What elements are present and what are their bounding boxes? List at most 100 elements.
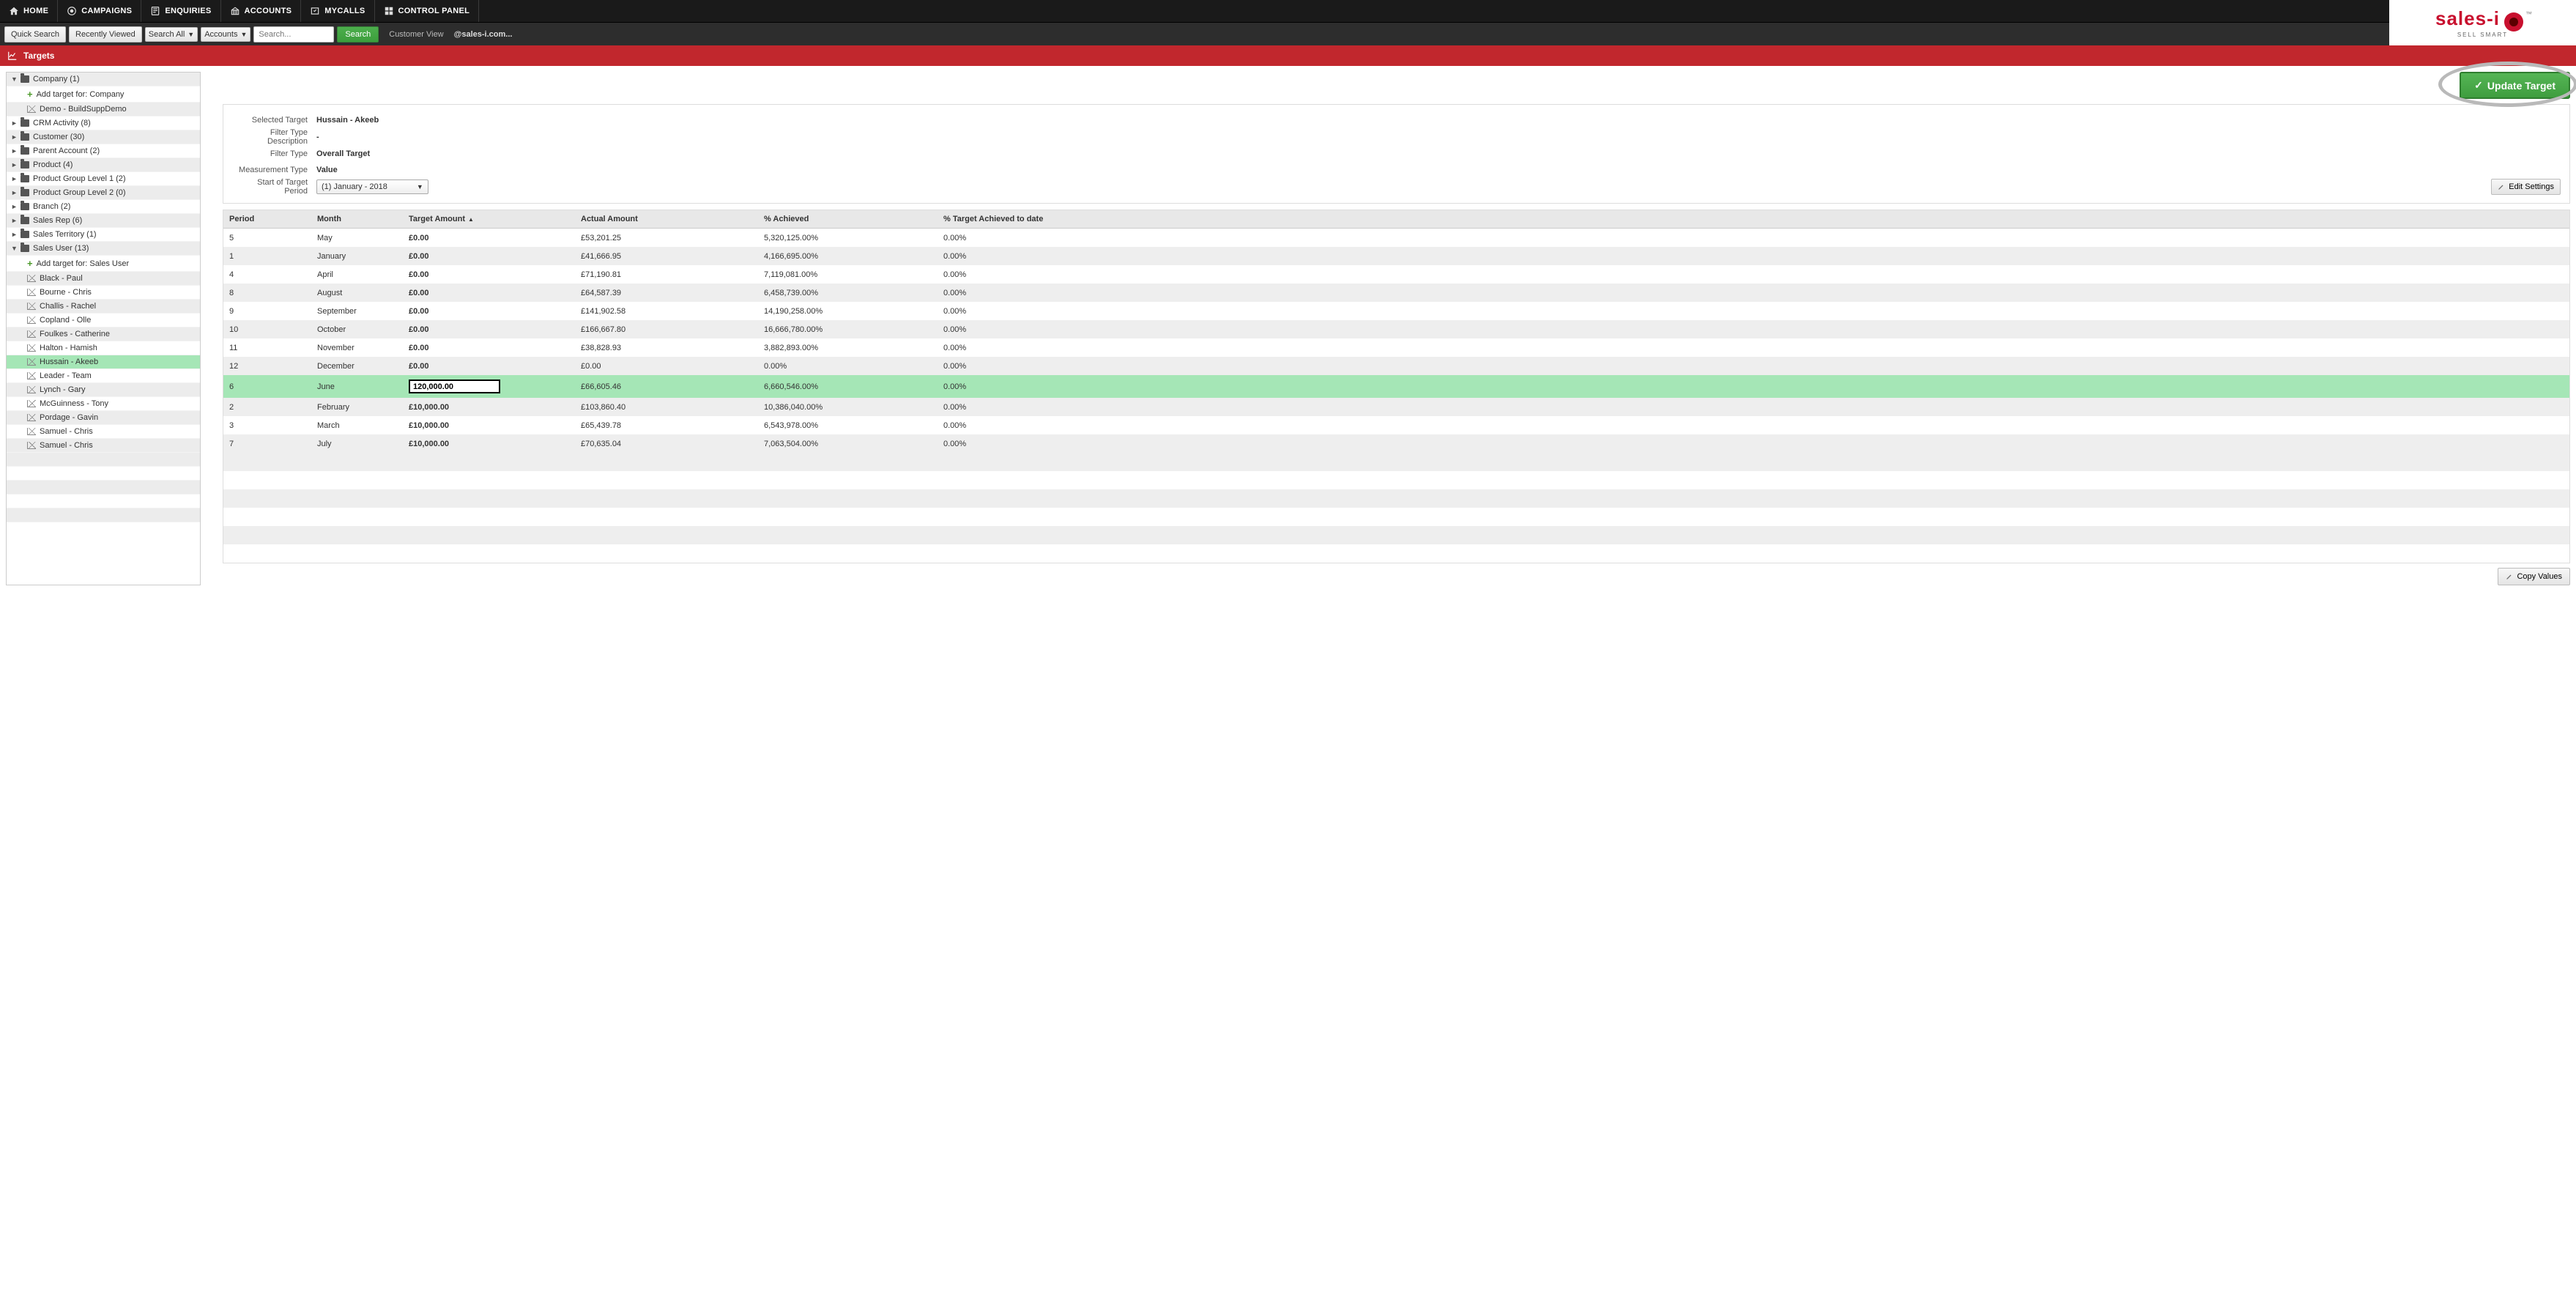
col-todate[interactable]: % Target Achieved to date bbox=[938, 210, 2569, 228]
plus-icon: + bbox=[27, 258, 33, 269]
tree-folder[interactable]: ►CRM Activity (8) bbox=[7, 116, 200, 130]
col-actual[interactable]: Actual Amount bbox=[575, 210, 758, 228]
expand-icon: ► bbox=[11, 231, 17, 238]
tree-target-item[interactable]: Samuel - Chris bbox=[7, 439, 200, 453]
customer-view-link[interactable]: Customer View bbox=[389, 30, 443, 39]
expand-icon: ► bbox=[11, 217, 17, 224]
edit-settings-button[interactable]: Edit Settings bbox=[2491, 179, 2561, 195]
tree-add-item[interactable]: +Add target for: Company bbox=[7, 86, 200, 103]
chart-icon bbox=[27, 428, 36, 435]
tree-target-item[interactable]: Challis - Rachel bbox=[7, 300, 200, 314]
folder-icon bbox=[21, 133, 29, 141]
tree-target-item[interactable]: Hussain - Akeeb bbox=[7, 355, 200, 369]
table-row[interactable]: 1January£0.00£41,666.954,166,695.00%0.00… bbox=[223, 247, 2569, 265]
tree-target-item[interactable]: Bourne - Chris bbox=[7, 286, 200, 300]
tree-folder[interactable]: ►Product Group Level 2 (0) bbox=[7, 186, 200, 200]
chart-icon bbox=[27, 303, 36, 310]
table-row[interactable]: 11November£0.00£38,828.933,882,893.00%0.… bbox=[223, 338, 2569, 357]
expand-icon: ▼ bbox=[11, 245, 17, 252]
tree-label: Branch (2) bbox=[33, 202, 70, 211]
pencil-icon bbox=[2498, 183, 2505, 190]
tree-folder[interactable]: ▼Company (1) bbox=[7, 73, 200, 86]
period-select[interactable]: (1) January - 2018▼ bbox=[316, 179, 428, 194]
target-tree: ▼Company (1)+Add target for: CompanyDemo… bbox=[6, 72, 201, 585]
table-row[interactable]: 3March£10,000.00£65,439.786,543,978.00%0… bbox=[223, 416, 2569, 434]
search-button[interactable]: Search bbox=[337, 26, 379, 42]
folder-icon bbox=[21, 75, 29, 83]
folder-icon bbox=[21, 245, 29, 252]
tree-label: Bourne - Chris bbox=[40, 288, 92, 297]
col-target[interactable]: Target Amount▲ bbox=[403, 210, 575, 228]
chart-icon bbox=[27, 386, 36, 393]
tree-folder[interactable]: ► Product Group Level 1 (2) bbox=[7, 172, 200, 186]
tree-label: Product Group Level 1 (2) bbox=[33, 174, 126, 183]
tree-folder[interactable]: ▼ Sales User (13) bbox=[7, 242, 200, 256]
update-target-button[interactable]: ✓ Update Target bbox=[2460, 72, 2570, 99]
tree-folder[interactable]: ►Sales Territory (1) bbox=[7, 228, 200, 242]
table-row[interactable]: 7July£10,000.00£70,635.047,063,504.00%0.… bbox=[223, 434, 2569, 453]
tree-target-item[interactable]: Samuel - Chris bbox=[7, 425, 200, 439]
nav-home[interactable]: HOME bbox=[0, 0, 58, 22]
search-input[interactable] bbox=[253, 26, 334, 42]
expand-icon: ► bbox=[11, 175, 17, 182]
table-row[interactable]: 4April£0.00£71,190.817,119,081.00%0.00% bbox=[223, 265, 2569, 284]
target-amount-input[interactable] bbox=[409, 379, 500, 393]
chart-icon bbox=[27, 316, 36, 324]
chart-icon bbox=[27, 289, 36, 296]
tree-target-item[interactable]: Black - Paul bbox=[7, 272, 200, 286]
expand-icon: ► bbox=[11, 161, 17, 169]
tree-target-item[interactable]: Copland - Olle bbox=[7, 314, 200, 327]
table-row[interactable]: 9September£0.00£141,902.5814,190,258.00%… bbox=[223, 302, 2569, 320]
tree-label: Black - Paul bbox=[40, 274, 83, 283]
tree-target-item[interactable]: Leader - Team bbox=[7, 369, 200, 383]
chart-icon bbox=[27, 372, 36, 379]
nav-campaigns[interactable]: CAMPAIGNS bbox=[58, 0, 141, 22]
nav-control-panel[interactable]: CONTROL PANEL bbox=[375, 0, 480, 22]
entity-select[interactable]: Accounts▼ bbox=[201, 27, 250, 42]
tree-target-item[interactable]: Demo - BuildSuppDemo bbox=[7, 103, 200, 116]
tree-label: Challis - Rachel bbox=[40, 302, 96, 311]
tree-folder[interactable]: ► Branch (2) bbox=[7, 200, 200, 214]
tree-label: CRM Activity (8) bbox=[33, 119, 91, 127]
tree-folder[interactable]: ► Product (4) bbox=[7, 158, 200, 172]
targets-table: Period Month Target Amount▲ Actual Amoun… bbox=[223, 210, 2570, 563]
chart-icon bbox=[27, 442, 36, 449]
col-month[interactable]: Month bbox=[311, 210, 403, 228]
tree-target-item[interactable]: Halton - Hamish bbox=[7, 341, 200, 355]
tree-folder[interactable]: ►Customer (30) bbox=[7, 130, 200, 144]
tree-target-item[interactable]: Foulkes - Catherine bbox=[7, 327, 200, 341]
tree-folder[interactable]: ►Sales Rep (6) bbox=[7, 214, 200, 228]
scope-select[interactable]: Search All▼ bbox=[145, 27, 198, 42]
tree-label: Sales User (13) bbox=[33, 244, 89, 253]
col-period[interactable]: Period bbox=[223, 210, 311, 228]
chart-icon bbox=[27, 330, 36, 338]
tree-label: Copland - Olle bbox=[40, 316, 91, 325]
expand-icon: ► bbox=[11, 133, 17, 141]
page-title: Targets bbox=[23, 51, 54, 61]
expand-icon: ► bbox=[11, 203, 17, 210]
tree-folder[interactable]: ►Parent Account (2) bbox=[7, 144, 200, 158]
tree-target-item[interactable]: McGuinness - Tony bbox=[7, 397, 200, 411]
table-row[interactable]: 5May£0.00£53,201.255,320,125.00%0.00% bbox=[223, 229, 2569, 247]
tree-target-item[interactable]: Lynch - Gary bbox=[7, 383, 200, 397]
tree-label: Add target for: Sales User bbox=[37, 259, 130, 268]
tree-label: McGuinness - Tony bbox=[40, 399, 108, 408]
tree-label: Leader - Team bbox=[40, 371, 92, 380]
quick-search-button[interactable]: Quick Search bbox=[4, 26, 66, 42]
col-achieved[interactable]: % Achieved bbox=[758, 210, 938, 228]
tree-add-item[interactable]: + Add target for: Sales User bbox=[7, 256, 200, 272]
recently-viewed-button[interactable]: Recently Viewed bbox=[69, 26, 142, 42]
nav-mycalls[interactable]: MYCALLS bbox=[301, 0, 374, 22]
table-row[interactable]: 10October£0.00£166,667.8016,666,780.00%0… bbox=[223, 320, 2569, 338]
copy-values-button[interactable]: Copy Values bbox=[2498, 568, 2570, 585]
table-row[interactable]: 6June£66,605.466,660,546.00%0.00% bbox=[223, 375, 2569, 398]
search-bar: Quick Search Recently Viewed Search All▼… bbox=[0, 23, 2576, 45]
table-row[interactable]: 12December£0.00£0.000.00%0.00% bbox=[223, 357, 2569, 375]
nav-enquiries[interactable]: ENQUIRIES bbox=[141, 0, 220, 22]
nav-accounts[interactable]: ACCOUNTS bbox=[221, 0, 302, 22]
plus-icon: + bbox=[27, 89, 33, 100]
table-row[interactable]: 2February£10,000.00£103,860.4010,386,040… bbox=[223, 398, 2569, 416]
tree-label: Product (4) bbox=[33, 160, 73, 169]
tree-target-item[interactable]: Pordage - Gavin bbox=[7, 411, 200, 425]
table-row[interactable]: 8August£0.00£64,587.396,458,739.00%0.00% bbox=[223, 284, 2569, 302]
